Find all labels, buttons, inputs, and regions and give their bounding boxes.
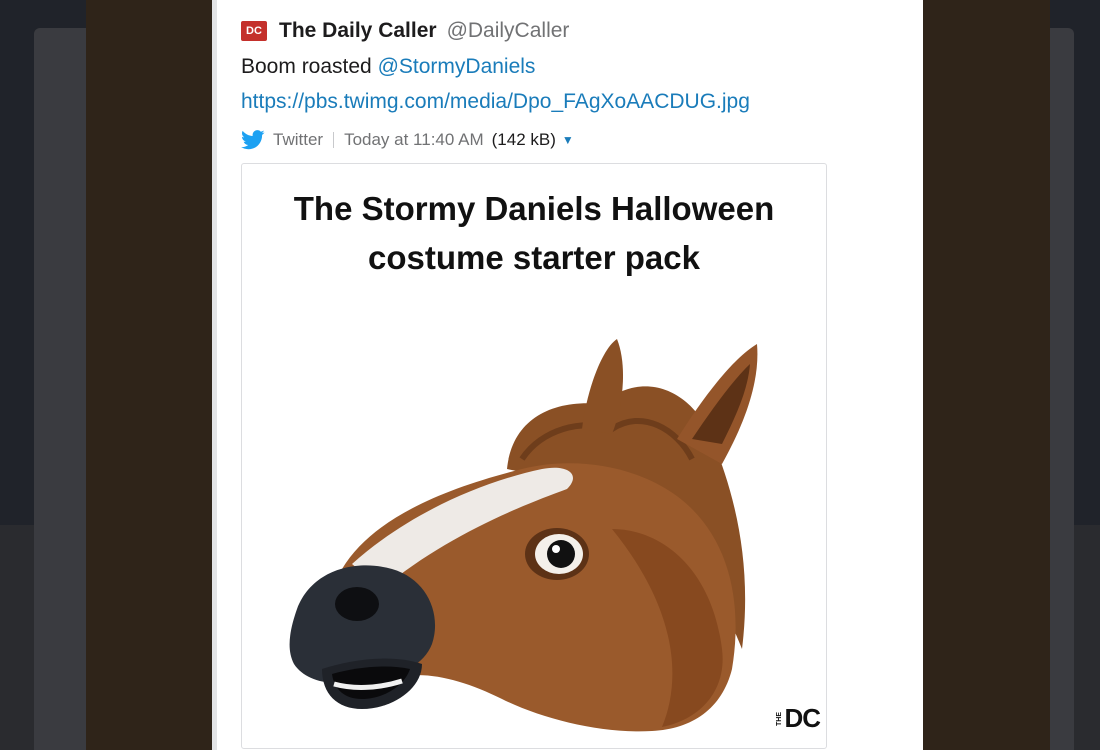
- frame-right: [923, 0, 1050, 750]
- tweet-text-body: Boom roasted: [241, 55, 378, 78]
- tweet-text: Boom roasted @StormyDaniels: [241, 55, 535, 79]
- image-caption: The Stormy Daniels Halloween costume sta…: [242, 184, 826, 282]
- attachment-footer: Twitter Today at 11:40 AM (142 kB) ▼: [241, 128, 574, 152]
- watermark-big: DC: [784, 703, 821, 733]
- footer-divider: [333, 132, 335, 148]
- slack-message: DC The Daily Caller @DailyCaller Boom ro…: [212, 0, 923, 750]
- background-panel-left: [34, 28, 94, 750]
- mention-link[interactable]: @StormyDaniels: [378, 55, 536, 78]
- frame-left: [86, 0, 212, 750]
- tweet-author-row: DC The Daily Caller @DailyCaller: [241, 17, 569, 45]
- attachment-bar: [212, 0, 217, 750]
- daily-caller-logo-icon[interactable]: DC: [241, 21, 267, 41]
- source-label[interactable]: Twitter: [273, 130, 323, 150]
- horse-mask-icon: [289, 339, 758, 732]
- file-size: (142 kB): [491, 130, 556, 149]
- caret-down-icon[interactable]: ▼: [562, 133, 574, 147]
- dc-watermark: THE DC: [776, 703, 821, 734]
- attached-image[interactable]: The Stormy Daniels Halloween costume sta…: [241, 163, 827, 749]
- timestamp[interactable]: Today at 11:40 AM: [344, 130, 484, 150]
- twitter-bird-icon: [241, 130, 265, 150]
- author-name[interactable]: The Daily Caller: [279, 19, 437, 43]
- image-url-link[interactable]: https://pbs.twimg.com/media/Dpo_FAgXoAAC…: [241, 90, 750, 114]
- author-handle[interactable]: @DailyCaller: [447, 19, 570, 43]
- watermark-small: THE: [776, 711, 784, 726]
- image-caption-line1: The Stormy Daniels Halloween: [293, 190, 775, 227]
